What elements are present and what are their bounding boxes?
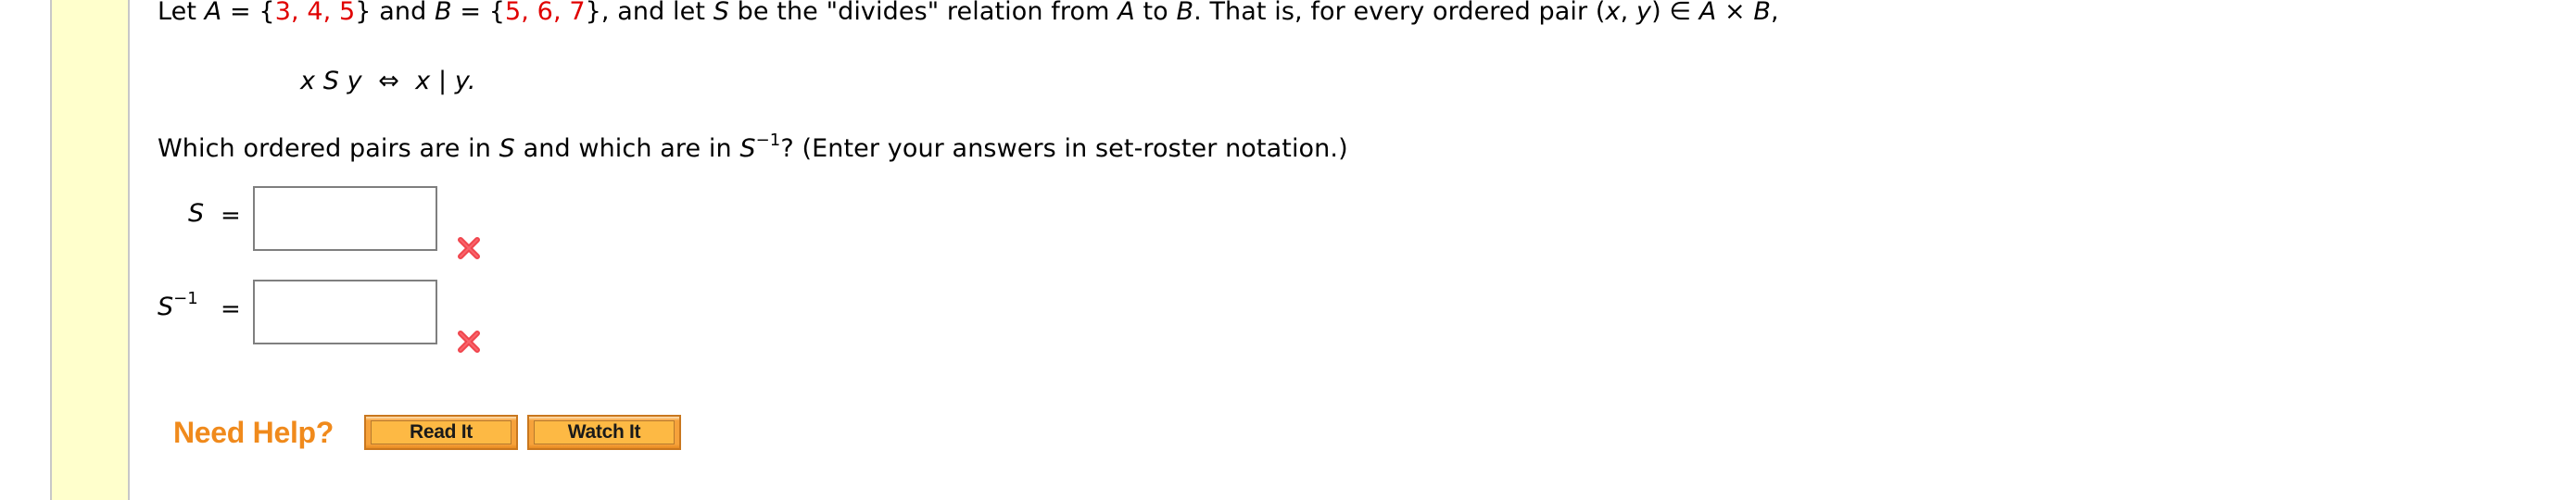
answer-label: S−1	[158, 291, 198, 322]
var-S: S	[158, 293, 174, 321]
x-mark-icon	[458, 237, 480, 259]
answer-input-S[interactable]	[253, 186, 437, 251]
equals-sign: =	[221, 202, 241, 230]
relation-definition: x S y ⇔ x | y.	[300, 67, 476, 95]
watch-it-label: Watch It	[534, 420, 675, 444]
text: to	[1134, 0, 1177, 26]
var-S: S	[713, 0, 729, 26]
equals-sign: =	[221, 295, 241, 323]
text: ,	[1771, 0, 1779, 26]
var-A: A	[1698, 0, 1717, 26]
text: = {	[451, 0, 506, 26]
var-S: S	[499, 134, 515, 163]
text: }, and let	[585, 0, 713, 26]
inverse-exponent: −1	[755, 131, 781, 150]
left-margin-bar	[50, 0, 130, 500]
text: be the "divides" relation from	[728, 0, 1118, 26]
var-y: y	[1636, 0, 1652, 26]
answer-label: S	[188, 199, 204, 228]
text: . That is, for every ordered pair (	[1193, 0, 1606, 26]
var-B: B	[1176, 0, 1194, 26]
var-B: B	[1753, 0, 1772, 26]
text: Which ordered pairs are in	[158, 134, 499, 163]
text: Let	[158, 0, 205, 26]
answer-input-S-inverse[interactable]	[253, 280, 437, 344]
var-A: A	[204, 0, 222, 26]
text: and which are in	[514, 134, 740, 163]
watch-it-button[interactable]: Watch It	[527, 415, 681, 450]
var-A: A	[1118, 0, 1135, 26]
var-x: x	[1605, 0, 1621, 26]
text: ,	[1620, 0, 1636, 26]
set-A-elements: 3, 4, 5	[274, 0, 356, 26]
need-help-label: Need Help?	[173, 416, 335, 449]
problem-statement: Let A = {3, 4, 5} and B = {5, 6, 7}, and…	[158, 0, 1779, 26]
text: ? (Enter your answers in set-roster nota…	[780, 134, 1348, 163]
definition-lhs: x S y	[300, 67, 362, 95]
question-prompt: Which ordered pairs are in S and which a…	[158, 131, 1348, 164]
text: = {	[221, 0, 275, 26]
x-mark-icon	[458, 331, 480, 353]
read-it-button[interactable]: Read It	[364, 415, 518, 450]
set-B-elements: 5, 6, 7	[505, 0, 586, 26]
text: ) ∈	[1651, 0, 1699, 26]
var-S: S	[739, 134, 756, 163]
inverse-exponent: −1	[173, 289, 198, 308]
read-it-label: Read It	[371, 420, 511, 444]
iff-symbol: ⇔	[378, 67, 399, 95]
text: ×	[1716, 0, 1754, 26]
text: } and	[355, 0, 436, 26]
var-B: B	[435, 0, 452, 26]
definition-rhs: x | y.	[415, 67, 476, 95]
var-S: S	[188, 199, 205, 228]
